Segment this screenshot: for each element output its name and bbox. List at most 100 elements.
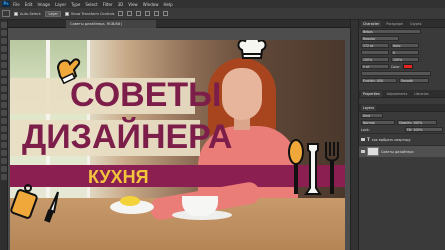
font-size-field[interactable]: 172 pt xyxy=(361,43,389,48)
font-family-select[interactable]: Bebas xyxy=(361,29,421,34)
align-right-icon[interactable] xyxy=(163,11,169,16)
app-logo: Ps xyxy=(2,1,10,7)
align-bottom-icon[interactable] xyxy=(136,11,142,16)
layer-name[interactable]: как выбрать квартиру xyxy=(372,138,411,142)
document-canvas[interactable]: СОВЕТЫ ДИЗАЙНЕРА КУХНЯ xyxy=(10,40,345,250)
marquee-tool[interactable] xyxy=(1,30,7,36)
size-row: 172 pt Auto xyxy=(359,42,445,49)
gradient-tool[interactable] xyxy=(1,110,7,116)
hand-tool[interactable] xyxy=(1,166,7,172)
align-center-icon[interactable] xyxy=(154,11,160,16)
auto-select-dropdown[interactable]: Layer xyxy=(45,10,61,17)
tab-character[interactable]: Character xyxy=(361,20,382,27)
panel-icons-strip xyxy=(350,20,359,250)
right-panels: Character Paragraph Glyphs Bebas Regular… xyxy=(359,20,445,250)
font-style-select[interactable]: Regular xyxy=(361,36,399,41)
antialias-select[interactable]: Smooth xyxy=(399,78,429,83)
menu-window[interactable]: Window xyxy=(143,2,159,7)
move-tool[interactable] xyxy=(1,22,7,28)
menu-type[interactable]: Type xyxy=(71,2,80,7)
auto-select-checkbox[interactable]: Auto-Select: xyxy=(14,11,42,16)
quick-select-tool[interactable] xyxy=(1,46,7,52)
document-tab[interactable]: Советы дизайнера, RGB/8#) xyxy=(66,20,156,28)
type-style-buttons[interactable] xyxy=(361,71,431,76)
horizontal-scale-field[interactable]: 100% xyxy=(391,57,419,62)
fill-field[interactable]: Fill: 100% xyxy=(405,127,443,132)
tracking-field[interactable]: 0 xyxy=(391,50,419,55)
chef-hat-icon xyxy=(237,40,267,59)
blend-mode-select[interactable]: Normal xyxy=(361,120,395,125)
crop-tool[interactable] xyxy=(1,54,7,60)
canvas-subtitle[interactable]: КУХНЯ xyxy=(88,166,149,188)
layer-name[interactable]: Советы дизайнера xyxy=(381,150,414,154)
brush-tool[interactable] xyxy=(1,78,7,84)
options-bar: Auto-Select: Layer Show Transform Contro… xyxy=(0,8,445,20)
lemon-slices xyxy=(120,196,140,206)
layer-kind-filter[interactable]: Kind xyxy=(361,113,383,118)
canvas-title-line1[interactable]: СОВЕТЫ xyxy=(70,76,221,114)
menu-edit[interactable]: Edit xyxy=(25,2,33,7)
cutlery-icon xyxy=(288,139,339,195)
move-tool-icon[interactable] xyxy=(2,10,10,17)
menu-layer[interactable]: Layer xyxy=(55,2,66,7)
layers-tabs: Layers xyxy=(359,104,445,112)
character-tabs: Character Paragraph Glyphs xyxy=(359,20,445,28)
vertical-scale-field[interactable]: 100% xyxy=(361,57,389,62)
menu-3d[interactable]: 3D xyxy=(118,2,124,7)
language-row: English: USA Smooth xyxy=(359,77,445,84)
tab-properties[interactable]: Properties xyxy=(361,90,382,97)
eye-icon[interactable] xyxy=(361,138,365,141)
menu-view[interactable]: View xyxy=(128,2,138,7)
canvas-title-line2[interactable]: ДИЗАЙНЕРА xyxy=(22,118,232,156)
tracking-row: 0 xyxy=(359,49,445,56)
text-color-swatch[interactable] xyxy=(402,64,413,69)
knife-icon xyxy=(44,191,59,223)
lasso-tool[interactable] xyxy=(1,38,7,44)
eraser-tool[interactable] xyxy=(1,102,7,108)
eye-icon[interactable] xyxy=(361,150,365,153)
tab-paragraph[interactable]: Paragraph xyxy=(384,21,405,27)
layer-row[interactable]: Советы дизайнера xyxy=(359,145,445,157)
zoom-tool[interactable] xyxy=(1,174,7,180)
menu-image[interactable]: Image xyxy=(37,2,50,7)
color-label: Color: xyxy=(391,64,401,69)
align-middle-icon[interactable] xyxy=(127,11,133,16)
pen-tool[interactable] xyxy=(1,134,7,140)
cutting-board-icon xyxy=(10,184,38,219)
transform-controls-label: Show Transform Controls xyxy=(70,11,115,16)
dodge-tool[interactable] xyxy=(1,126,7,132)
align-top-icon[interactable] xyxy=(118,11,124,16)
menu-filter[interactable]: Filter xyxy=(103,2,113,7)
shape-tool[interactable] xyxy=(1,158,7,164)
opacity-field[interactable]: Opacity: 100% xyxy=(397,120,437,125)
coffee-cup xyxy=(182,196,218,216)
document-tabs: Советы дизайнера, RGB/8#) xyxy=(8,20,350,28)
auto-select-label: Auto-Select: xyxy=(20,11,42,16)
woman-face xyxy=(222,68,262,120)
language-select[interactable]: English: USA xyxy=(361,78,397,83)
transform-controls-checkbox[interactable]: Show Transform Controls xyxy=(64,11,115,16)
menu-select[interactable]: Select xyxy=(85,2,97,7)
healing-tool[interactable] xyxy=(1,70,7,76)
kerning-field[interactable] xyxy=(361,50,389,55)
tab-glyphs[interactable]: Glyphs xyxy=(408,21,423,27)
stamp-tool[interactable] xyxy=(1,86,7,92)
tab-libraries[interactable]: Libraries xyxy=(412,91,430,97)
layer-row[interactable]: T как выбрать квартиру xyxy=(359,133,445,145)
eyedropper-tool[interactable] xyxy=(1,62,7,68)
blend-row: Normal Opacity: 100% xyxy=(359,119,445,126)
align-left-icon[interactable] xyxy=(145,11,151,16)
baseline-shift-field[interactable]: 0 pt xyxy=(361,64,389,69)
tab-adjustments[interactable]: Adjustments xyxy=(385,91,410,97)
path-select-tool[interactable] xyxy=(1,150,7,156)
layer-filter-row: Kind xyxy=(359,112,445,119)
style-buttons-row xyxy=(359,70,445,77)
tab-layers[interactable]: Layers xyxy=(361,104,376,111)
history-brush-tool[interactable] xyxy=(1,94,7,100)
blur-tool[interactable] xyxy=(1,118,7,124)
leading-field[interactable]: Auto xyxy=(391,43,419,48)
type-tool[interactable] xyxy=(1,142,7,148)
type-layer-icon: T xyxy=(367,137,370,142)
menu-help[interactable]: Help xyxy=(163,2,172,7)
menu-file[interactable]: File xyxy=(13,2,20,7)
